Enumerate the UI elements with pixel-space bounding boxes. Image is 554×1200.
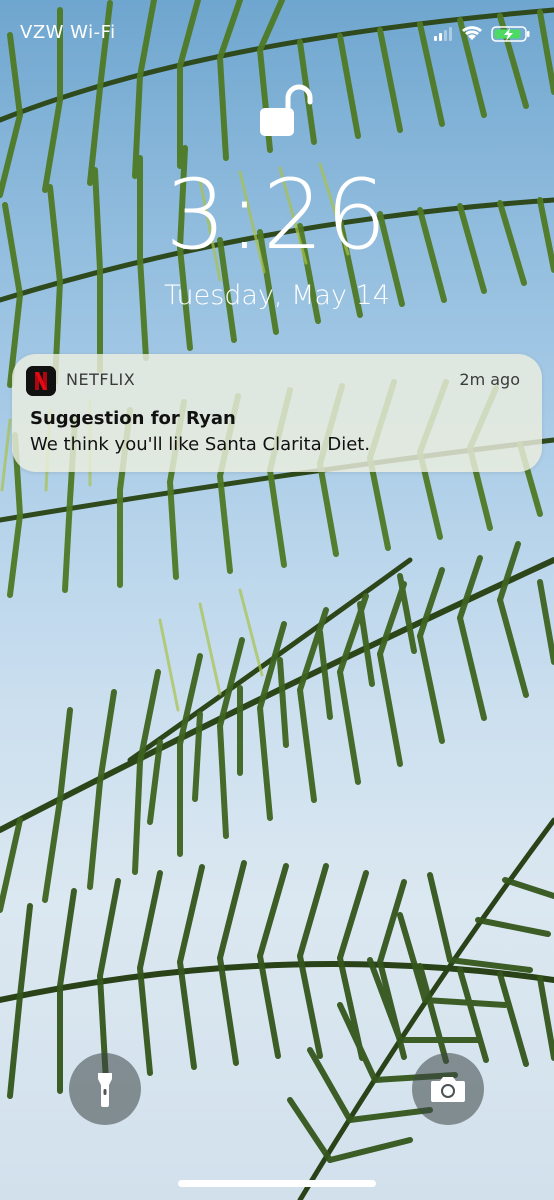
status-icons [434,26,530,42]
status-bar: VZW Wi-Fi [0,0,554,70]
wifi-icon [462,26,482,40]
camera-icon [431,1077,465,1102]
lock-screen-date: Tuesday, May 14 [164,280,390,311]
flashlight-button[interactable] [69,1053,141,1125]
lock-screen: VZW Wi-Fi 3:26 Tuesday, May 14 NETFLIX 2… [0,0,554,1200]
flashlight-icon [98,1073,112,1107]
notification-body: We think you'll like Santa Clarita Diet. [30,434,371,455]
signal-icon [434,27,452,41]
battery-charging-icon [491,26,530,42]
unlocked-padlock-icon [260,84,313,136]
notification-app-name: NETFLIX [66,370,136,389]
netflix-notification[interactable]: NETFLIX 2m ago Suggestion for Ryan We th… [12,354,542,472]
lock-screen-time: 3:26 [165,159,389,271]
camera-button[interactable] [412,1053,484,1125]
notification-time: 2m ago [459,370,520,389]
netflix-logo-icon [26,366,56,396]
notification-title: Suggestion for Ryan [30,408,236,429]
home-indicator[interactable] [178,1180,376,1187]
carrier-label: VZW Wi-Fi [20,22,116,43]
